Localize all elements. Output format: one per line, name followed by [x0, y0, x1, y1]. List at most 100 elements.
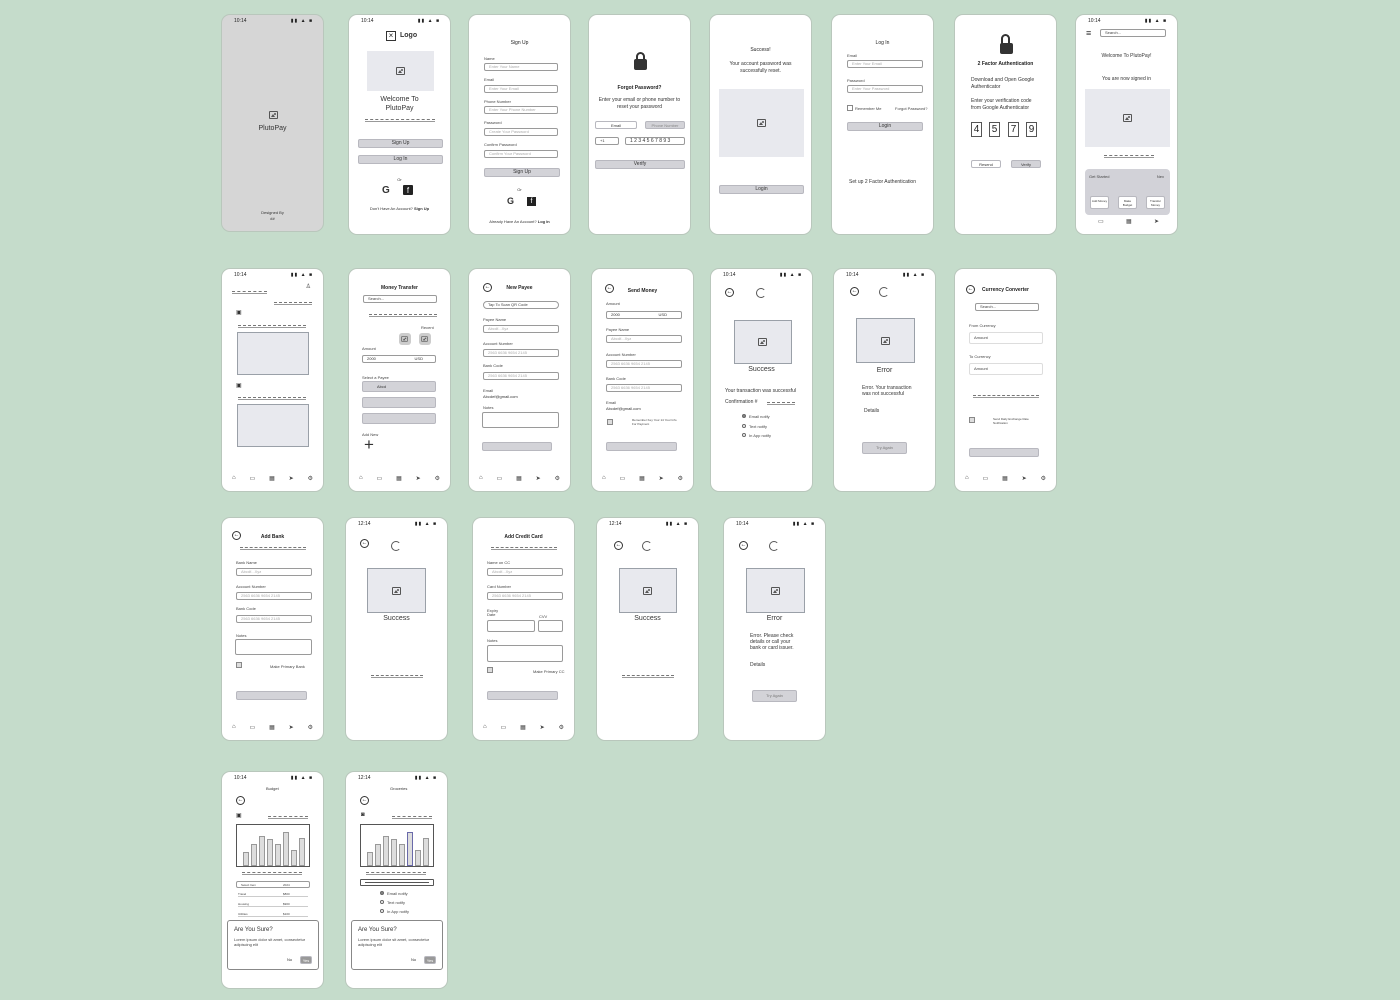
- add-card-button[interactable]: [487, 691, 558, 700]
- code-digit[interactable]: 5: [989, 122, 1000, 137]
- notes-field[interactable]: [482, 412, 559, 428]
- payee-item[interactable]: Abcd: [362, 381, 436, 392]
- twofa-link[interactable]: Set up 2 Factor Authentication: [832, 179, 933, 185]
- confirm-field[interactable]: Confirm Your Password: [484, 150, 558, 158]
- details-link[interactable]: Details: [864, 408, 879, 414]
- wallet-icon[interactable]: ▭: [501, 724, 507, 732]
- get-started-card[interactable]: Get Started Nex Add Money Make Budget Tr…: [1085, 169, 1170, 215]
- wallet-icon[interactable]: ▭: [497, 475, 503, 483]
- bank-code-field[interactable]: 2563 6636 9654 2145: [236, 615, 312, 623]
- send-icon[interactable]: ➤: [289, 475, 294, 483]
- forgot-link[interactable]: Forgot Password?: [895, 106, 927, 111]
- save-payee-button[interactable]: [482, 442, 552, 451]
- back-icon[interactable]: ←: [725, 288, 734, 297]
- google-icon[interactable]: G: [382, 185, 390, 196]
- yes-button[interactable]: Yes: [424, 956, 436, 964]
- gear-icon[interactable]: ⚙: [1041, 475, 1046, 483]
- back-icon[interactable]: ←: [850, 287, 859, 296]
- no-button[interactable]: No: [283, 956, 296, 964]
- name-field[interactable]: Enter Your Name: [484, 63, 558, 71]
- facebook-icon[interactable]: f: [403, 185, 413, 195]
- notes-field[interactable]: [235, 639, 312, 655]
- send-icon[interactable]: ➤: [536, 475, 541, 483]
- notify-radio[interactable]: [380, 891, 384, 895]
- wallet-icon[interactable]: ▭: [250, 475, 256, 483]
- back-icon[interactable]: ←: [236, 796, 245, 805]
- payee-field[interactable]: Abcdf...Xyz: [606, 335, 682, 343]
- tab-phone[interactable]: Phone Number: [645, 121, 685, 129]
- send-icon[interactable]: ➤: [289, 724, 294, 732]
- facebook-icon[interactable]: f: [527, 197, 536, 206]
- send-icon[interactable]: ➤: [540, 724, 545, 732]
- grid-icon[interactable]: ▦: [1126, 218, 1132, 226]
- send-icon[interactable]: ➤: [1154, 218, 1159, 226]
- convert-button[interactable]: [969, 448, 1039, 457]
- no-button[interactable]: No: [407, 956, 420, 964]
- code-digit[interactable]: 7: [1008, 122, 1019, 137]
- search-input[interactable]: Search...: [1100, 29, 1166, 37]
- payee-field[interactable]: Abcdf...Xyz: [483, 325, 559, 333]
- amount-field[interactable]: 2000 USD: [362, 355, 436, 363]
- plus-icon[interactable]: +: [364, 435, 374, 455]
- menu-icon[interactable]: ≡: [1086, 28, 1091, 38]
- gear-icon[interactable]: ⚙: [678, 475, 683, 483]
- bank-name-field[interactable]: Abcdf...Xyz: [236, 568, 312, 576]
- notes-field[interactable]: [487, 645, 563, 662]
- verify-button[interactable]: Verify: [595, 160, 685, 169]
- search-input[interactable]: Search...: [975, 303, 1039, 311]
- from-currency-select[interactable]: Amount: [969, 332, 1043, 344]
- footer-login-link[interactable]: Log In: [538, 219, 550, 224]
- grid-icon[interactable]: ▦: [396, 475, 402, 483]
- login-button[interactable]: Login: [847, 122, 923, 131]
- bank-field[interactable]: 2563 6636 9654 2145: [606, 384, 682, 392]
- email-field[interactable]: Enter Your Email: [847, 60, 923, 68]
- back-icon[interactable]: ←: [614, 541, 623, 550]
- gear-icon[interactable]: ⚙: [555, 475, 560, 483]
- primary-cc-checkbox[interactable]: [487, 667, 493, 673]
- code-digit[interactable]: 9: [1026, 122, 1037, 137]
- gear-icon[interactable]: ⚙: [308, 475, 313, 483]
- cvv-field[interactable]: [538, 620, 563, 632]
- password-field[interactable]: Enter Your Password: [847, 85, 923, 93]
- expiry-field[interactable]: [487, 620, 535, 632]
- make-budget-button[interactable]: Make Budget: [1118, 196, 1137, 209]
- primary-bank-checkbox[interactable]: [236, 662, 242, 668]
- transfer-money-button[interactable]: Transfer Money: [1146, 196, 1165, 209]
- send-button[interactable]: [606, 442, 677, 451]
- grid-icon[interactable]: ▦: [1002, 475, 1008, 483]
- try-again-button[interactable]: Try Again: [752, 690, 797, 702]
- gear-icon[interactable]: ⚙: [559, 724, 564, 732]
- google-icon[interactable]: G: [507, 196, 514, 206]
- recent-payee-avatar[interactable]: [419, 333, 431, 345]
- footer-signup-link[interactable]: Sign Up: [414, 206, 429, 211]
- gear-icon[interactable]: ⚙: [308, 724, 313, 732]
- home-icon[interactable]: ⌂: [965, 475, 969, 483]
- notify-radio[interactable]: [380, 909, 384, 913]
- remember-checkbox[interactable]: [847, 105, 853, 111]
- tab-email[interactable]: Email: [595, 121, 637, 129]
- grid-icon[interactable]: ▦: [269, 724, 275, 732]
- grid-icon[interactable]: ▦: [269, 475, 275, 483]
- notify-radio[interactable]: [742, 414, 746, 418]
- payee-item[interactable]: [362, 397, 436, 408]
- send-icon[interactable]: ➤: [416, 475, 421, 483]
- grid-icon[interactable]: ▦: [639, 475, 645, 483]
- notification-checkbox[interactable]: [969, 417, 975, 423]
- account-field[interactable]: 2563 6636 9654 2145: [606, 360, 682, 368]
- add-bank-button[interactable]: [236, 691, 307, 700]
- phone-field[interactable]: Enter Your Phone Number: [484, 106, 558, 114]
- home-icon[interactable]: ⌂: [479, 475, 483, 483]
- recent-payee-avatar[interactable]: [399, 333, 411, 345]
- home-icon[interactable]: ⌂: [602, 475, 606, 483]
- signup-button[interactable]: Sign Up: [484, 168, 560, 177]
- phone-field[interactable]: 1 2 3 4 5 6 7 8 9 3: [625, 137, 685, 145]
- resend-button[interactable]: Resend: [971, 160, 1001, 168]
- account-field[interactable]: 2563 6636 9654 2145: [236, 592, 312, 600]
- notify-radio[interactable]: [380, 900, 384, 904]
- range-slider[interactable]: [360, 879, 434, 886]
- account-field[interactable]: 2563 6636 9654 2145: [483, 349, 559, 357]
- gear-icon[interactable]: ⚙: [435, 475, 440, 483]
- try-again-button[interactable]: Try Again: [862, 442, 907, 454]
- grid-icon[interactable]: ▦: [520, 724, 526, 732]
- signup-button[interactable]: Sign Up: [358, 139, 443, 148]
